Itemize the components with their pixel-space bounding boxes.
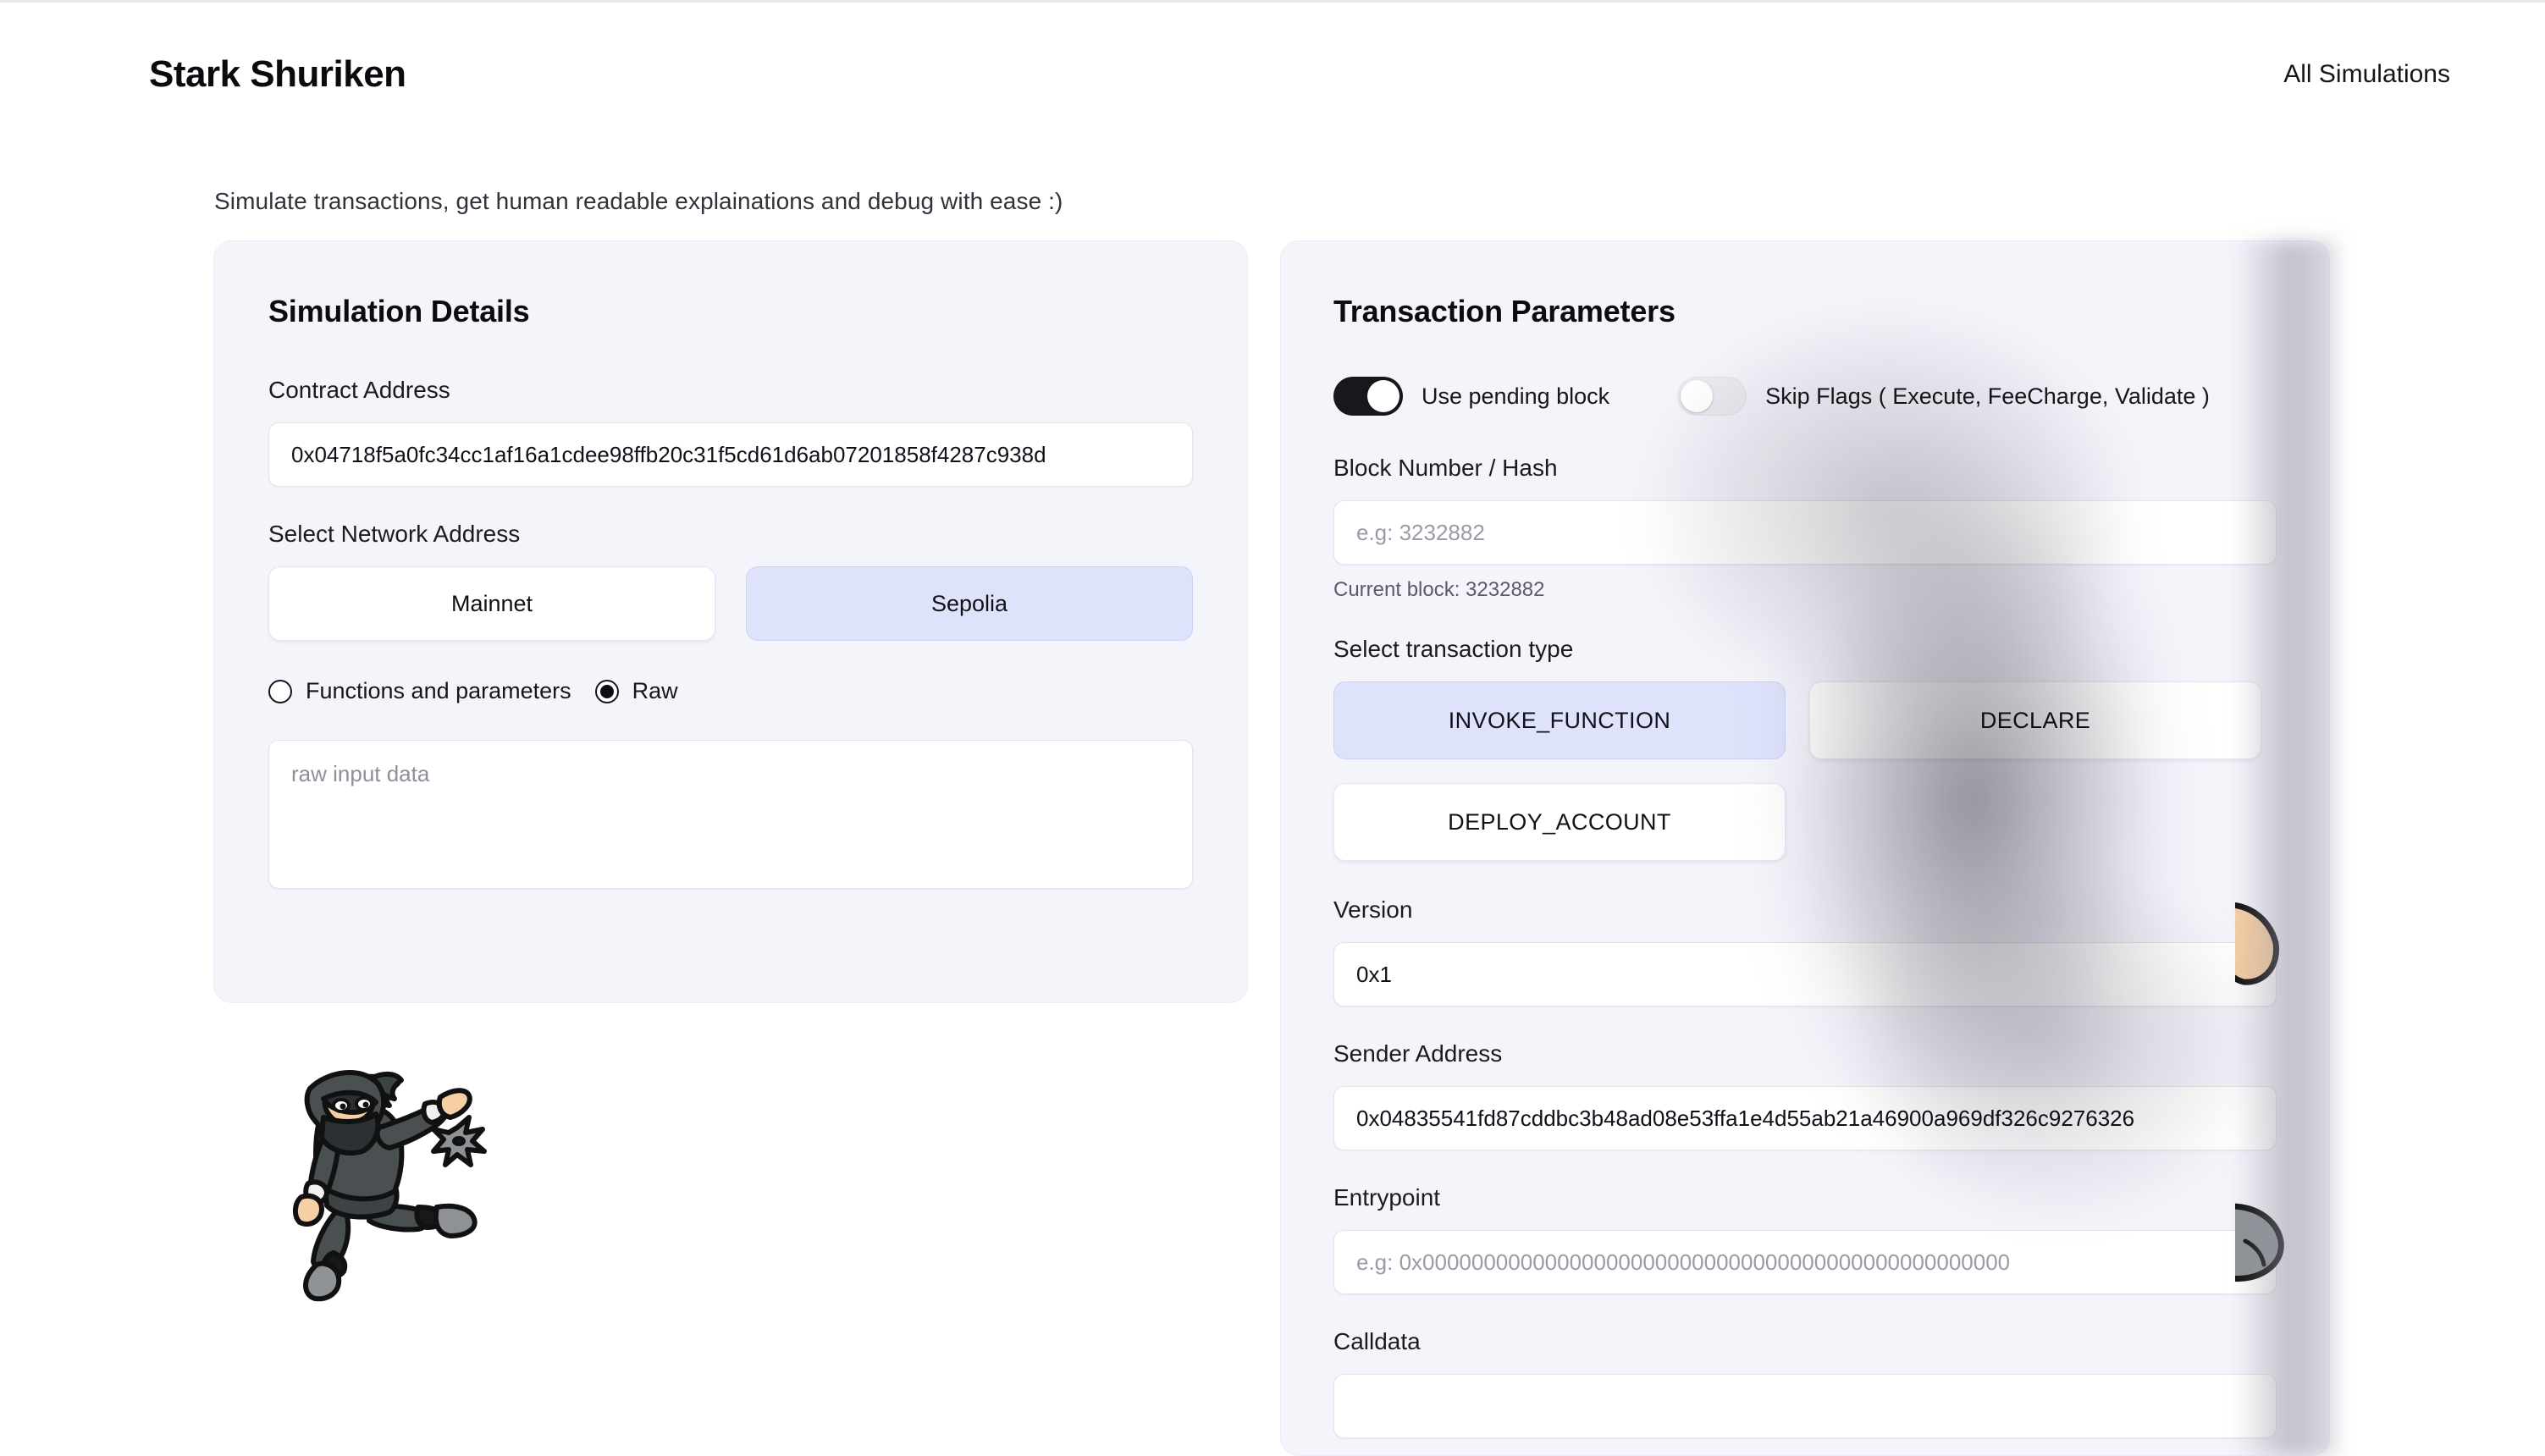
radio-checked-icon: [594, 679, 619, 703]
block-number-label: Block Number / Hash: [1333, 455, 1558, 481]
use-pending-block-group: Use pending block: [1333, 377, 1609, 416]
contract-address-label: Contract Address: [268, 377, 450, 403]
app-root: Stark Shuriken All Simulations Simulate …: [0, 0, 2545, 1456]
transaction-type-label: Select transaction type: [1333, 636, 1574, 662]
simulation-details-panel: Simulation Details Contract Address Sele…: [213, 240, 1248, 1003]
sender-address-label: Sender Address: [1333, 1040, 1503, 1067]
skip-flags-group: Skip Flags ( Execute, FeeCharge, Validat…: [1677, 377, 2210, 416]
entrypoint-field: Entrypoint: [1333, 1184, 2277, 1294]
block-number-field: Block Number / Hash Current block: 32328…: [1333, 455, 2277, 602]
network-button-sepolia[interactable]: Sepolia: [746, 566, 1193, 641]
network-button-group: Mainnet Sepolia: [268, 566, 1193, 641]
transaction-parameters-panel: Transaction Parameters Use pending block…: [1280, 240, 2330, 1456]
flags-toggle-row: Use pending block Skip Flags ( Execute, …: [1333, 377, 2277, 416]
entrypoint-label: Entrypoint: [1333, 1184, 1441, 1211]
simulation-details-title: Simulation Details: [268, 294, 530, 328]
calldata-field: Calldata: [1333, 1328, 2277, 1438]
toggle-knob-icon: [1681, 380, 1714, 412]
network-select-field: Select Network Address Mainnet Sepolia: [268, 521, 1193, 641]
radio-functions-and-parameters[interactable]: Functions and parameters: [268, 678, 571, 704]
transaction-type-button-group: INVOKE_FUNCTION DECLARE DEPLOY_ACCOUNT: [1333, 681, 2277, 861]
use-pending-block-label: Use pending block: [1422, 383, 1610, 409]
radio-raw-label: Raw: [632, 678, 678, 703]
input-mode-radio-group: Functions and parameters Raw: [268, 678, 1193, 704]
skip-flags-label: Skip Flags ( Execute, FeeCharge, Validat…: [1765, 383, 2210, 409]
entrypoint-input[interactable]: [1333, 1230, 2277, 1294]
block-number-input[interactable]: [1333, 500, 2277, 565]
use-pending-block-toggle[interactable]: [1333, 377, 1403, 416]
version-label: Version: [1333, 896, 1413, 923]
sender-address-field: Sender Address: [1333, 1040, 2277, 1150]
tx-type-invoke-function[interactable]: INVOKE_FUNCTION: [1333, 681, 1786, 759]
network-select-label: Select Network Address: [268, 521, 521, 547]
tx-type-deploy-account[interactable]: DEPLOY_ACCOUNT: [1333, 783, 1786, 861]
ninja-mascot-right: [2204, 863, 2506, 1371]
contract-address-field: Contract Address: [268, 377, 1193, 487]
app-brand-title: Stark Shuriken: [149, 52, 406, 95]
sender-address-input[interactable]: [1333, 1086, 2277, 1150]
version-field: Version: [1333, 896, 2277, 1007]
skip-flags-toggle[interactable]: [1677, 377, 1747, 416]
page-tagline: Simulate transactions, get human readabl…: [214, 188, 1063, 214]
calldata-input[interactable]: [1333, 1374, 2277, 1438]
top-bar: Stark Shuriken All Simulations: [0, 0, 2545, 146]
tx-type-declare[interactable]: DECLARE: [1809, 681, 2261, 759]
current-block-text: Current block: 3232882: [1333, 578, 1545, 601]
transaction-type-field: Select transaction type INVOKE_FUNCTION …: [1333, 636, 2277, 861]
raw-input-textarea[interactable]: [268, 740, 1193, 889]
radio-functions-label: Functions and parameters: [306, 678, 571, 703]
nav-all-simulations[interactable]: All Simulations: [2283, 60, 2450, 89]
calldata-label: Calldata: [1333, 1328, 1421, 1354]
contract-address-input[interactable]: [268, 422, 1193, 487]
network-button-mainnet[interactable]: Mainnet: [268, 566, 715, 641]
transaction-parameters-title: Transaction Parameters: [1333, 294, 1676, 328]
radio-raw[interactable]: Raw: [594, 678, 678, 704]
ninja-mascot-left: [244, 1040, 498, 1327]
radio-unchecked-icon: [268, 679, 292, 703]
version-input[interactable]: [1333, 942, 2277, 1007]
toggle-knob-icon: [1367, 380, 1399, 412]
